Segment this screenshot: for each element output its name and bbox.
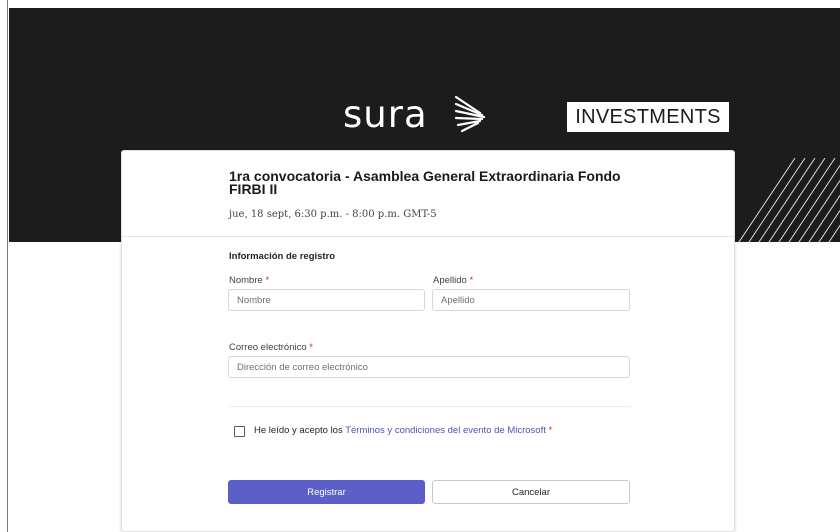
terms-link[interactable]: Términos y condiciones del evento de Mic…	[345, 425, 546, 436]
sura-logo-text: sura	[343, 93, 428, 136]
banner-stripes-decoration	[738, 158, 840, 242]
register-button[interactable]: Registrar	[228, 480, 425, 504]
last-name-label-text: Apellido	[433, 275, 467, 286]
sura-wing-icon	[454, 95, 486, 133]
first-name-input[interactable]	[228, 289, 425, 311]
card-header: 1ra convocatoria - Asamblea General Extr…	[122, 151, 734, 237]
terms-label: He leído y acepto los Términos y condici…	[254, 425, 552, 436]
email-label-text: Correo electrónico	[229, 342, 307, 353]
terms-checkbox[interactable]	[234, 426, 245, 437]
investments-logo: INVESTMENTS	[567, 102, 729, 132]
event-datetime: jue, 18 sept, 6:30 p.m. - 8:00 p.m. GMT-…	[229, 209, 437, 220]
terms-prefix: He leído y acepto los	[254, 425, 343, 436]
required-mark: *	[548, 425, 553, 436]
page-left-margin	[0, 0, 8, 532]
event-title: 1ra convocatoria - Asamblea General Extr…	[229, 168, 621, 197]
cancel-button[interactable]: Cancelar	[432, 480, 630, 504]
required-mark: *	[265, 275, 270, 286]
registration-card: 1ra convocatoria - Asamblea General Extr…	[121, 150, 735, 532]
first-name-label-text: Nombre	[229, 275, 263, 286]
email-input[interactable]	[228, 356, 630, 378]
first-name-label: Nombre *	[229, 275, 269, 286]
form-divider	[229, 406, 631, 407]
required-mark: *	[309, 342, 313, 353]
page-top-margin	[0, 0, 840, 8]
last-name-label: Apellido *	[433, 275, 473, 286]
section-title: Información de registro	[229, 251, 336, 262]
required-mark: *	[469, 275, 474, 286]
email-label: Correo electrónico *	[229, 342, 313, 353]
last-name-input[interactable]	[432, 289, 630, 311]
